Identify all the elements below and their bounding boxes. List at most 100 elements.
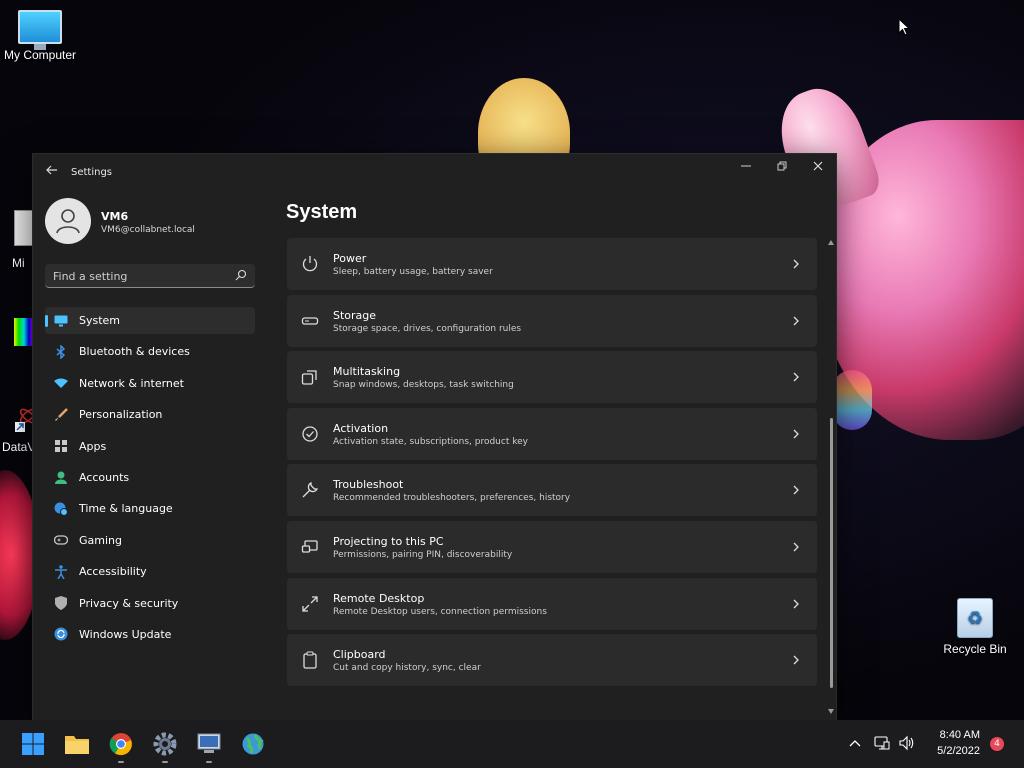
settings-row-subtitle: Activation state, subscriptions, product… [333, 436, 528, 447]
taskbar-settings[interactable] [151, 730, 179, 763]
taskbar-file-explorer[interactable] [63, 730, 91, 758]
desktop-icon-partial[interactable] [0, 318, 34, 346]
taskbar-chrome[interactable] [107, 730, 135, 763]
restore-button[interactable] [764, 154, 800, 180]
search-input[interactable]: Find a setting [45, 264, 255, 288]
settings-row-troubleshoot[interactable]: Troubleshoot Recommended troubleshooters… [287, 464, 817, 517]
volume-icon[interactable] [899, 735, 915, 751]
desktop-icon-my-computer[interactable]: My Computer [0, 10, 80, 62]
settings-row-subtitle: Permissions, pairing PIN, discoverabilit… [333, 549, 513, 560]
window-title: Settings [71, 167, 113, 178]
desktop-icon-recycle-bin[interactable]: ♻ Recycle Bin [935, 598, 1015, 656]
settings-row-projecting[interactable]: Projecting to this PC Permissions, pairi… [287, 520, 817, 573]
person-avatar-icon [56, 209, 80, 234]
remote-desktop-icon [302, 595, 318, 612]
settings-row-subtitle: Cut and copy history, sync, clear [333, 663, 481, 674]
sidebar-item-label: Gaming [79, 533, 122, 547]
wrench-icon [302, 482, 319, 498]
sidebar-item-network[interactable]: Network & internet [45, 370, 255, 397]
network-icon[interactable] [874, 735, 890, 751]
chevron-up-icon[interactable] [847, 735, 863, 751]
recycle-bin-icon: ♻ [957, 598, 993, 638]
running-indicator [162, 761, 168, 763]
account-name: VM6 [101, 210, 129, 223]
settings-row-power[interactable]: Power Sleep, battery usage, battery save… [287, 238, 817, 290]
settings-row-remote-desktop[interactable]: Remote Desktop Remote Desktop users, con… [287, 577, 817, 630]
sidebar-item-accessibility[interactable]: Accessibility [45, 558, 255, 585]
settings-row-title: Troubleshoot [333, 478, 404, 492]
sidebar-item-personalization[interactable]: Personalization [45, 401, 255, 428]
sidebar-nav: System Bluetooth & devices Network & int… [45, 307, 255, 652]
chevron-right-icon [793, 429, 799, 439]
rainbow-app-icon [14, 318, 34, 346]
sidebar-item-label: Privacy & security [79, 596, 179, 610]
sidebar-item-accounts[interactable]: Accounts [45, 464, 255, 491]
sidebar-item-label: Bluetooth & devices [79, 345, 190, 359]
computer-icon [18, 10, 62, 50]
back-button[interactable] [43, 164, 61, 180]
close-button[interactable] [800, 154, 836, 180]
restore-icon [777, 161, 787, 171]
sidebar-item-windows-update[interactable]: Windows Update [45, 621, 255, 648]
search-placeholder: Find a setting [53, 270, 128, 283]
chevron-right-icon [793, 485, 799, 495]
clock-date[interactable]: 5/2/2022 [937, 745, 980, 757]
storage-icon [301, 316, 319, 325]
minimize-icon [741, 165, 751, 167]
person-icon [54, 470, 68, 484]
account-email: VM6@collabnet.local [101, 225, 195, 235]
sidebar-item-bluetooth[interactable]: Bluetooth & devices [45, 338, 255, 365]
sidebar-item-gaming[interactable]: Gaming [45, 527, 255, 554]
settings-row-title: Projecting to this PC [333, 534, 444, 548]
chevron-right-icon [793, 542, 799, 552]
desktop-icon-partial[interactable]: Mi [0, 210, 36, 270]
scroll-up-arrow-icon[interactable] [828, 240, 834, 245]
settings-row-activation[interactable]: Activation Activation state, subscriptio… [287, 407, 817, 460]
settings-row-subtitle: Storage space, drives, configuration rul… [333, 323, 522, 334]
globe-clock-icon [54, 502, 68, 516]
taskbar-remote-desktop[interactable] [195, 730, 223, 763]
avatar[interactable] [45, 198, 91, 244]
activation-icon [302, 426, 318, 442]
apps-icon [54, 439, 68, 453]
sidebar-item-apps[interactable]: Apps [45, 433, 255, 460]
vertical-scrollbar[interactable] [828, 240, 834, 714]
notification-badge[interactable]: 4 [990, 737, 1004, 751]
wifi-icon [54, 376, 68, 390]
scroll-down-arrow-icon[interactable] [828, 709, 834, 714]
settings-row-title: Multitasking [333, 365, 401, 379]
settings-row-multitasking[interactable]: Multitasking Snap windows, desktops, tas… [287, 351, 817, 404]
settings-row-clipboard[interactable]: Clipboard Cut and copy history, sync, cl… [287, 634, 817, 687]
projecting-icon [301, 540, 318, 553]
settings-row-subtitle: Snap windows, desktops, task switching [333, 380, 514, 391]
minimize-button[interactable] [728, 154, 764, 180]
brush-icon [54, 407, 68, 422]
title-bar[interactable]: Settings [33, 154, 836, 190]
desktop-icon-label: DataV [2, 440, 36, 454]
taskbar: 8:40 AM 5/2/2022 4 [0, 720, 1024, 768]
clock-time[interactable]: 8:40 AM [940, 729, 980, 741]
desktop-icon-label: Mi [12, 256, 25, 270]
shield-icon [54, 596, 68, 611]
scrollbar-thumb[interactable] [830, 418, 833, 688]
settings-window: Settings VM6 VM6@collabnet.local Find a … [33, 154, 836, 720]
update-icon [54, 627, 68, 641]
settings-row-subtitle: Sleep, battery usage, battery saver [333, 267, 493, 277]
sidebar-item-system[interactable]: System [45, 307, 255, 334]
start-button[interactable] [19, 730, 47, 758]
page-title: System [286, 201, 358, 223]
search-icon[interactable] [235, 269, 247, 281]
sidebar-item-label: Apps [79, 439, 107, 453]
sidebar-item-label: Accounts [79, 470, 130, 484]
sidebar-item-privacy-security[interactable]: Privacy & security [45, 590, 255, 617]
desktop-icon-partial[interactable]: DataV [0, 402, 37, 454]
mouse-cursor-icon [898, 18, 910, 36]
settings-row-storage[interactable]: Storage Storage space, drives, configura… [287, 294, 817, 347]
taskbar-globe-app[interactable] [239, 730, 267, 758]
sidebar-item-time-language[interactable]: Time & language [45, 495, 255, 522]
power-icon [302, 256, 318, 272]
accessibility-icon [54, 564, 68, 579]
settings-row-title: Storage [333, 308, 377, 322]
settings-row-title: Power [333, 252, 367, 265]
remote-desktop-app-icon [197, 733, 221, 753]
